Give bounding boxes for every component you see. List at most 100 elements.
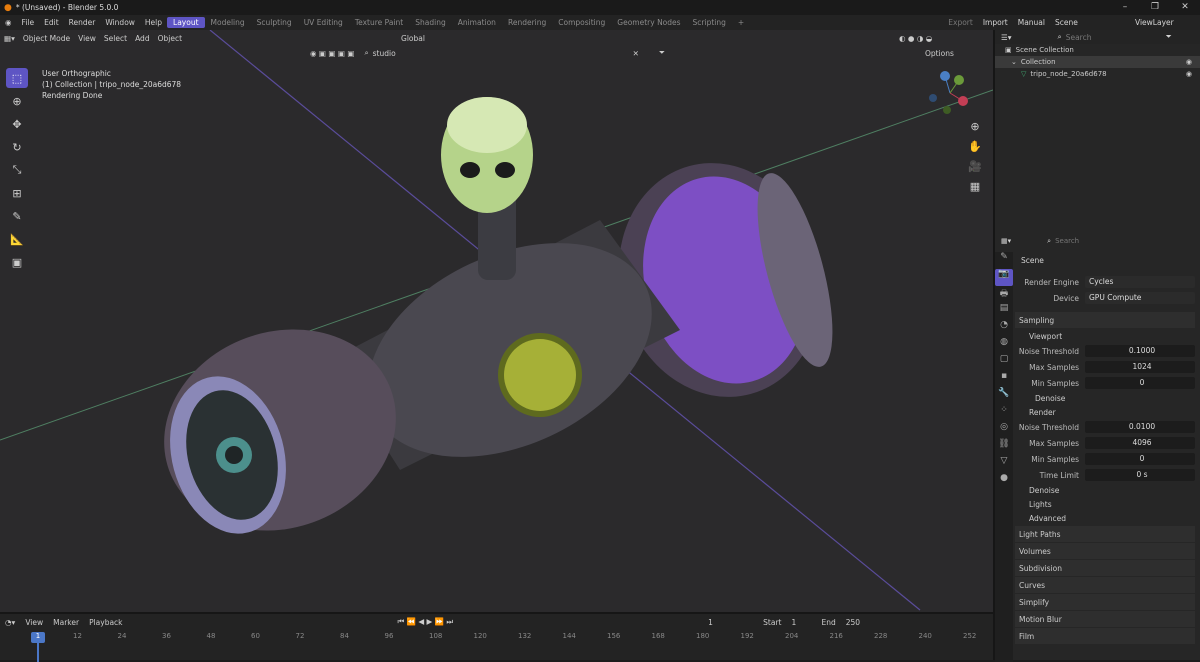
volumes-panel[interactable]: Volumes [1015, 543, 1195, 559]
render-denoise-subpanel[interactable]: Denoise [1015, 483, 1195, 497]
outliner-search-input[interactable]: Search [1066, 33, 1166, 42]
menu-select[interactable]: Select [104, 34, 127, 43]
transform-orientation-dropdown[interactable]: Global [401, 34, 425, 43]
visibility-eye-icon[interactable]: ◉ [1186, 70, 1192, 78]
camera-icon[interactable]: 🎥 [965, 160, 985, 178]
device-dropdown[interactable]: GPU Compute [1085, 292, 1195, 304]
world-tab-icon[interactable]: ◍ [995, 337, 1013, 354]
curves-panel[interactable]: Curves [1015, 577, 1195, 593]
viewport-subpanel-header[interactable]: Viewport [1015, 329, 1195, 343]
blender-menu-icon[interactable]: ◉ [5, 18, 12, 27]
menu-help[interactable]: Help [145, 18, 162, 27]
measure-tool-icon[interactable]: 📐 [6, 229, 28, 249]
tab-rendering[interactable]: Rendering [502, 17, 552, 28]
render-min-samples-field[interactable]: 0 [1085, 453, 1195, 465]
time-limit-field[interactable]: 0 s [1085, 469, 1195, 481]
close-button[interactable]: ✕ [1170, 0, 1200, 15]
output-tab-icon[interactable]: 🖶 [995, 286, 1013, 303]
scale-tool-icon[interactable]: ⤡ [6, 160, 28, 180]
menu-render[interactable]: Render [69, 18, 96, 27]
navigation-gizmo[interactable] [925, 68, 975, 118]
properties-editor-icon[interactable]: ▦▾ [1001, 237, 1011, 245]
menu-timeline-view[interactable]: View [25, 618, 43, 627]
tool-tab-icon[interactable]: ✎ [995, 252, 1013, 269]
import-button[interactable]: Import [983, 18, 1008, 27]
filter-icon[interactable]: ⏷ [659, 48, 665, 58]
end-frame-field[interactable]: 250 [846, 618, 866, 627]
menu-window[interactable]: Window [105, 18, 135, 27]
film-panel[interactable]: Film [1015, 628, 1195, 644]
minimize-button[interactable]: – [1110, 0, 1140, 15]
playback-controls[interactable]: ⏮ ⏪ ◀ ▶ ⏩ ⏭ [398, 617, 454, 627]
editor-type-icon[interactable]: ▦▾ [4, 34, 15, 43]
transform-tool-icon[interactable]: ⊞ [6, 183, 28, 203]
tab-compositing[interactable]: Compositing [552, 17, 611, 28]
tab-animation[interactable]: Animation [452, 17, 502, 28]
material-tab-icon[interactable]: ● [995, 473, 1013, 490]
shading-buttons[interactable]: ◐ ● ◑ ◒ [899, 34, 932, 43]
export-button[interactable]: Export [948, 18, 973, 27]
frame-ruler[interactable]: 12 24 36 48 60 72 84 96 108 120 132 144 156 168 180 192… [0, 632, 993, 644]
tab-geometry-nodes[interactable]: Geometry Nodes [611, 17, 686, 28]
render-noise-threshold-field[interactable]: 0.0100 [1085, 421, 1195, 433]
viewport-max-samples-field[interactable]: 1024 [1085, 361, 1195, 373]
visibility-eye-icon[interactable]: ◉ [1186, 58, 1192, 66]
render-max-samples-field[interactable]: 4096 [1085, 437, 1195, 449]
viewlayer-selector[interactable]: ViewLayer [1135, 18, 1195, 27]
render-tab-icon[interactable]: 📷 [995, 269, 1013, 286]
playhead[interactable]: 1 [31, 632, 45, 643]
menu-playback[interactable]: Playback [89, 618, 122, 627]
select-tool-icon[interactable]: ⬚ [6, 68, 28, 88]
manual-button[interactable]: Manual [1018, 18, 1045, 27]
simplify-panel[interactable]: Simplify [1015, 594, 1195, 610]
cursor-tool-icon[interactable]: ⊕ [6, 91, 28, 111]
tab-sculpting[interactable]: Sculpting [251, 17, 298, 28]
lights-subpanel[interactable]: Lights [1015, 497, 1195, 511]
move-tool-icon[interactable]: ✥ [6, 114, 28, 134]
maximize-button[interactable]: ❐ [1140, 0, 1170, 15]
menu-object[interactable]: Object [158, 34, 182, 43]
viewport-min-samples-field[interactable]: 0 [1085, 377, 1195, 389]
grid-icon[interactable]: ▦ [965, 180, 985, 198]
tab-modeling[interactable]: Modeling [205, 17, 251, 28]
tab-uv-editing[interactable]: UV Editing [298, 17, 349, 28]
particles-tab-icon[interactable]: ⁘ [995, 405, 1013, 422]
annotate-tool-icon[interactable]: ✎ [6, 206, 28, 226]
subdivision-panel[interactable]: Subdivision [1015, 560, 1195, 576]
add-cube-tool-icon[interactable]: ▣ [6, 252, 28, 272]
viewport-denoise-subpanel[interactable]: Denoise [1015, 391, 1195, 405]
properties-search-input[interactable]: Search [1055, 237, 1079, 245]
filter-icon[interactable]: ⏷ [1166, 32, 1172, 42]
add-workspace-icon[interactable]: + [732, 17, 750, 28]
tab-scripting[interactable]: Scripting [687, 17, 732, 28]
menu-view[interactable]: View [78, 34, 96, 43]
outliner-object[interactable]: ▽ tripo_node_20a6d678 ◉ [995, 68, 1200, 80]
outliner-collection[interactable]: ⌄ Collection ◉ [995, 56, 1200, 68]
tab-layout[interactable]: Layout [167, 17, 205, 28]
tab-shading[interactable]: Shading [409, 17, 451, 28]
render-engine-dropdown[interactable]: Cycles [1085, 276, 1195, 288]
outliner-scene-collection[interactable]: ▣ Scene Collection [995, 44, 1200, 56]
collection-tab-icon[interactable]: ▢ [995, 354, 1013, 371]
visibility-icons[interactable]: ◉ ▣ ▣ ▣ ▣ [310, 49, 354, 58]
render-subpanel-header[interactable]: Render [1015, 405, 1195, 419]
hdri-field[interactable]: studio [373, 49, 513, 58]
view-layer-tab-icon[interactable]: ▤ [995, 303, 1013, 320]
physics-tab-icon[interactable]: ◎ [995, 422, 1013, 439]
sampling-panel-header[interactable]: Sampling [1015, 312, 1195, 328]
rotate-tool-icon[interactable]: ↻ [6, 137, 28, 157]
tab-texture-paint[interactable]: Texture Paint [349, 17, 409, 28]
menu-edit[interactable]: Edit [44, 18, 59, 27]
current-frame-field[interactable]: 1 [708, 618, 738, 627]
object-mode-dropdown[interactable]: Object Mode [23, 34, 70, 43]
object-tab-icon[interactable]: ▪ [995, 371, 1013, 388]
advanced-subpanel[interactable]: Advanced [1015, 511, 1195, 525]
zoom-icon[interactable]: ⊕ [965, 120, 985, 138]
scene-selector[interactable]: Scene [1055, 18, 1125, 27]
viewport-noise-threshold-field[interactable]: 0.1000 [1085, 345, 1195, 357]
pan-hand-icon[interactable]: ✋ [965, 140, 985, 158]
menu-marker[interactable]: Marker [53, 618, 79, 627]
clear-icon[interactable]: ✕ [633, 49, 639, 58]
motion-blur-panel[interactable]: Motion Blur [1015, 611, 1195, 627]
light-paths-panel[interactable]: Light Paths [1015, 526, 1195, 542]
